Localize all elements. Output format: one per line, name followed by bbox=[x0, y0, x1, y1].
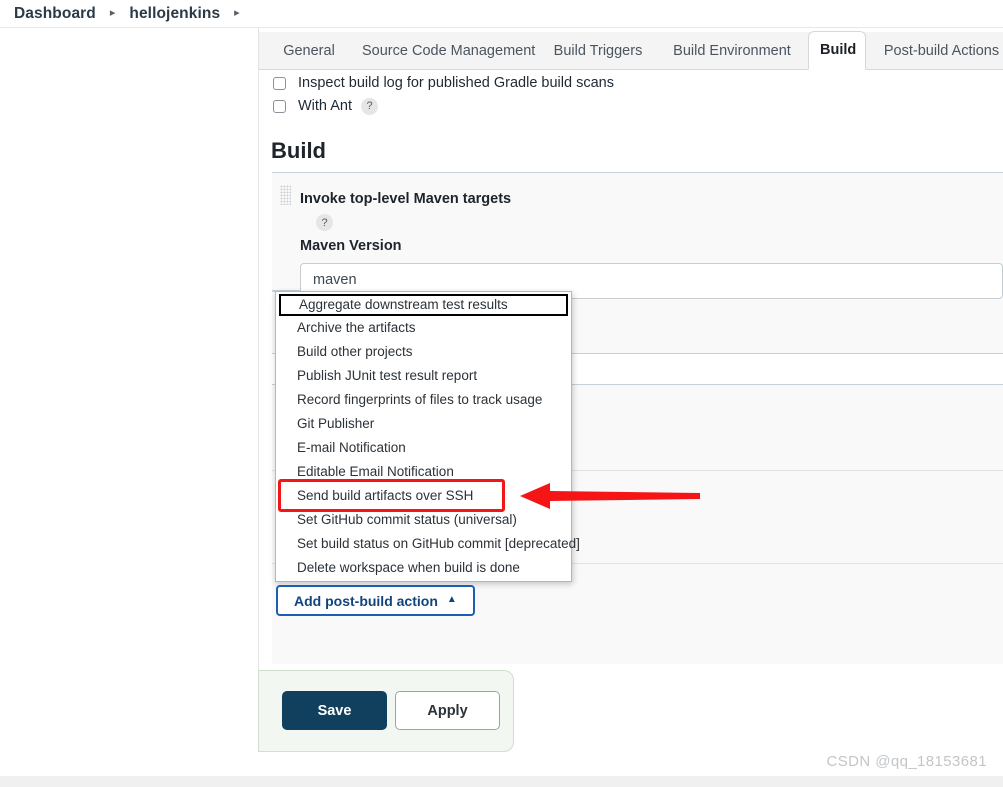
breadcrumb-dropdown-chevron-icon[interactable]: ▸ bbox=[234, 8, 240, 19]
add-post-build-action-label: Add post-build action bbox=[294, 592, 438, 609]
dropdown-item[interactable]: Record fingerprints of files to track us… bbox=[276, 388, 571, 412]
build-step-title: Invoke top-level Maven targets bbox=[300, 191, 512, 207]
checkbox-row-gradle-scans[interactable]: Inspect build log for published Gradle b… bbox=[273, 73, 614, 93]
checkbox-with-ant[interactable] bbox=[273, 99, 286, 113]
dropdown-item[interactable]: Aggregate downstream test results bbox=[279, 294, 568, 316]
page-section-title-build: Build bbox=[271, 138, 326, 163]
dropdown-item[interactable]: Archive the artifacts bbox=[276, 316, 571, 340]
build-step-invoke-maven: Invoke top-level Maven targets ? Maven V… bbox=[272, 172, 1003, 299]
tab-post-build-actions[interactable]: Post-build Actions bbox=[869, 32, 1003, 70]
dropdown-item[interactable]: Send build artifacts over SSH bbox=[276, 484, 571, 508]
breadcrumb-separator-icon: ▸ bbox=[109, 7, 116, 19]
breadcrumb-item-hellojenkins[interactable]: hellojenkins bbox=[129, 5, 220, 23]
post-build-action-dropdown[interactable]: Aggregate downstream test results Archive… bbox=[275, 291, 580, 582]
tab-build[interactable]: Build bbox=[808, 31, 866, 70]
help-icon-maven-step[interactable]: ? bbox=[316, 214, 333, 231]
dropdown-item[interactable]: Git Publisher bbox=[276, 412, 571, 436]
checkbox-label-gradle-scans: Inspect build log for published Gradle b… bbox=[298, 75, 614, 91]
dropdown-item[interactable]: Set build status on GitHub commit [depre… bbox=[276, 532, 580, 556]
drag-handle-icon[interactable] bbox=[280, 185, 291, 205]
add-post-build-action-button[interactable]: Add post-build action ▲ bbox=[276, 585, 475, 616]
checkbox-row-with-ant[interactable]: With Ant ? bbox=[273, 96, 378, 116]
dropdown-item[interactable]: Publish JUnit test result report bbox=[276, 364, 571, 388]
dropdown-item[interactable]: Build other projects bbox=[276, 340, 571, 364]
tab-source-code-management[interactable]: Source Code Management bbox=[351, 32, 537, 70]
checkbox-gradle-scans[interactable] bbox=[273, 76, 286, 90]
chevron-up-icon: ▲ bbox=[446, 593, 457, 605]
apply-button[interactable]: Apply bbox=[395, 691, 500, 730]
form-footer-panel: Save Apply bbox=[258, 670, 514, 752]
config-tab-bar: General Source Code Management Build Trigg… bbox=[259, 31, 1003, 70]
save-button[interactable]: Save bbox=[282, 691, 387, 730]
tab-build-environment[interactable]: Build Environment bbox=[659, 32, 805, 70]
bottom-strip bbox=[0, 776, 1003, 787]
breadcrumb-item-dashboard[interactable]: Dashboard bbox=[14, 5, 96, 23]
dropdown-item[interactable]: Delete workspace when build is done bbox=[276, 556, 571, 580]
tab-build-triggers[interactable]: Build Triggers bbox=[540, 32, 656, 70]
dropdown-item[interactable]: Set GitHub commit status (universal) bbox=[276, 508, 571, 532]
sidebar-content-divider bbox=[258, 28, 259, 728]
breadcrumb: Dashboard ▸ hellojenkins ▸ bbox=[0, 0, 1003, 28]
help-icon-with-ant[interactable]: ? bbox=[361, 97, 378, 115]
checkbox-label-with-ant: With Ant bbox=[298, 98, 352, 114]
dropdown-item[interactable]: Editable Email Notification bbox=[276, 460, 571, 484]
watermark: CSDN @qq_18153681 bbox=[826, 753, 987, 770]
dropdown-item[interactable]: E-mail Notification bbox=[276, 436, 571, 460]
tab-general[interactable]: General bbox=[270, 32, 348, 70]
maven-version-label: Maven Version bbox=[300, 238, 402, 254]
